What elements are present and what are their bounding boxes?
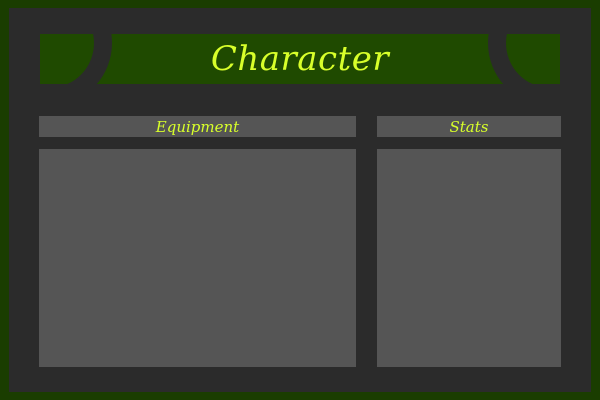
- equipment-header: Equipment: [39, 116, 356, 137]
- title-banner: Character: [40, 34, 560, 84]
- character-window: Character Equipment Stats: [0, 0, 600, 400]
- stats-header: Stats: [377, 116, 561, 137]
- window-title: Character: [210, 39, 390, 79]
- window-frame: Character Equipment Stats: [9, 8, 591, 392]
- equipment-panel[interactable]: [39, 149, 356, 367]
- stats-panel: [377, 149, 561, 367]
